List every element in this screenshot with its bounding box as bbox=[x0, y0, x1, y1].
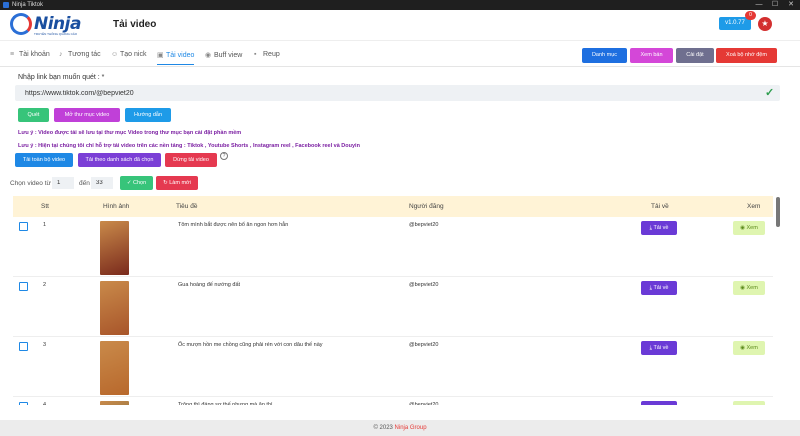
download-all-button[interactable]: Tải toàn bộ video bbox=[15, 153, 73, 167]
table-scrollbar[interactable] bbox=[776, 197, 780, 227]
download-button[interactable]: ⤓ Tải về bbox=[641, 401, 677, 405]
tab-buff-view[interactable]: ◉ Buff view bbox=[205, 51, 242, 65]
window-titlebar: Ninja Tiktok — ☐ ✕ bbox=[0, 0, 800, 10]
header-title: Tiêu đề bbox=[176, 203, 198, 210]
open-folder-button[interactable]: Mở thư mục video bbox=[54, 108, 120, 122]
help-icon[interactable]: ? bbox=[220, 152, 228, 160]
settings-button[interactable]: Cài đặt bbox=[676, 48, 714, 63]
clear-cache-button[interactable]: Xoá bộ nhớ đệm bbox=[716, 48, 777, 63]
reup-icon: ▪ bbox=[254, 51, 257, 58]
video-thumbnail bbox=[100, 401, 129, 405]
range-to-input[interactable] bbox=[91, 177, 113, 189]
view-button[interactable]: ◉ Xem bbox=[733, 281, 765, 295]
table-header: Stt Hình ảnh Tiêu đề Người đăng Tải về X… bbox=[13, 196, 773, 217]
header-stt: Stt bbox=[41, 203, 49, 210]
row-checkbox[interactable] bbox=[19, 282, 28, 291]
guide-button[interactable]: Hướng dẫn bbox=[125, 108, 171, 122]
tiktok-icon: ♪ bbox=[59, 51, 63, 58]
list-icon: ≡ bbox=[10, 51, 15, 58]
video-thumbnail bbox=[100, 341, 129, 395]
row-poster: @bepviet20 bbox=[409, 342, 439, 348]
row-poster: @bepviet20 bbox=[409, 222, 439, 228]
note-supported-platforms: Lưu ý : Hiện tại chúng tôi chỉ hỗ trợ tả… bbox=[18, 143, 360, 149]
row-title: Ốc mượn hồn me chồng cũng phải rén với c… bbox=[178, 342, 323, 348]
row-poster: @bepviet20 bbox=[409, 402, 439, 405]
category-button[interactable]: Danh mục bbox=[582, 48, 627, 63]
link-label: Nhập link bạn muốn quét : * bbox=[18, 74, 105, 81]
choose-button[interactable]: ✓ Chọn bbox=[120, 176, 153, 190]
row-title: Gua hoàng đế nướng đất bbox=[178, 282, 241, 288]
range-from-label: Chọn video từ : bbox=[10, 180, 55, 187]
minimize-button[interactable]: — bbox=[752, 0, 766, 10]
header-download: Tải về bbox=[651, 203, 669, 210]
range-to-label: đến bbox=[79, 180, 90, 187]
tab-reup[interactable]: ▪ Reup bbox=[254, 51, 280, 65]
footer: © 2023 Ninja Group bbox=[0, 420, 800, 436]
table-row: 2 Gua hoàng đế nướng đất @bepviet20 ⤓ Tải v… bbox=[13, 277, 773, 337]
tab-create-nick[interactable]: ☺ Tạo nick bbox=[111, 51, 146, 65]
row-stt: 1 bbox=[43, 222, 47, 228]
maximize-button[interactable]: ☐ bbox=[768, 0, 782, 10]
note-save-location: Lưu ý : Video được tải sẽ lưu tại thư mụ… bbox=[18, 130, 242, 136]
row-title: Trông thì đáng sợ thế nhưng mà ăn thì bbox=[178, 402, 273, 405]
tab-download-video[interactable]: ▣ Tải video bbox=[157, 51, 195, 65]
app-icon bbox=[3, 2, 9, 8]
footer-brand: Ninja Group bbox=[394, 425, 427, 431]
user-add-icon: ☺ bbox=[111, 51, 119, 58]
app-header: Ninja TRUYỀN THÔNG QUẢNG CÁO Tải video v… bbox=[0, 10, 800, 41]
row-checkbox[interactable] bbox=[19, 402, 28, 405]
video-icon: ▣ bbox=[157, 52, 164, 59]
download-button[interactable]: ⤓ Tải về bbox=[641, 281, 677, 295]
row-checkbox[interactable] bbox=[19, 342, 28, 351]
view-button[interactable]: ◉ Xem bbox=[733, 341, 765, 355]
page-title: Tải video bbox=[113, 19, 157, 30]
view-button[interactable]: ◉ Xem bbox=[733, 401, 765, 405]
tab-accounts[interactable]: ≡ Tài khoản bbox=[10, 51, 50, 65]
video-thumbnail bbox=[100, 221, 129, 275]
row-stt: 3 bbox=[43, 342, 47, 348]
header-view: Xem bbox=[747, 203, 761, 210]
view-sale-button[interactable]: Xem bán bbox=[630, 48, 673, 63]
range-from-input[interactable] bbox=[52, 177, 74, 189]
table-row: 3 Ốc mượn hồn me chồng cũng phải rén với … bbox=[13, 337, 773, 397]
ninja-logo: Ninja TRUYỀN THÔNG QUẢNG CÁO bbox=[10, 13, 85, 37]
table-row: 1 Tôm mình bắt được nên bổ ăn ngon hơn hẳ… bbox=[13, 217, 773, 277]
window-title: Ninja Tiktok bbox=[12, 2, 44, 8]
reset-button[interactable]: ↻ Làm mới bbox=[156, 176, 198, 190]
view-button[interactable]: ◉ Xem bbox=[733, 221, 765, 235]
row-title: Tôm mình bắt được nên bổ ăn ngon hơn hẳn bbox=[178, 222, 289, 228]
video-thumbnail bbox=[100, 281, 129, 335]
stop-download-button[interactable]: Dừng tải video bbox=[165, 153, 217, 167]
row-stt: 4 bbox=[43, 402, 47, 405]
check-icon: ✓ bbox=[765, 87, 775, 99]
row-checkbox[interactable] bbox=[19, 222, 28, 231]
close-window-button[interactable]: ✕ bbox=[784, 0, 798, 10]
tab-interact[interactable]: ♪ Tương tác bbox=[59, 51, 101, 65]
header-image: Hình ảnh bbox=[103, 203, 130, 210]
notification-badge[interactable]: 0 bbox=[745, 11, 756, 20]
video-table: Stt Hình ảnh Tiêu đề Người đăng Tải về X… bbox=[13, 196, 779, 405]
download-button[interactable]: ⤓ Tải về bbox=[641, 341, 677, 355]
table-row: 4 Trông thì đáng sợ thế nhưng mà ăn thì @b… bbox=[13, 397, 773, 405]
header-poster: Người đăng bbox=[409, 203, 444, 210]
logo-mark-icon bbox=[10, 13, 32, 35]
row-poster: @bepviet20 bbox=[409, 282, 439, 288]
user-avatar[interactable]: ★ bbox=[758, 17, 772, 31]
row-stt: 2 bbox=[43, 282, 47, 288]
download-button[interactable]: ⤓ Tải về bbox=[641, 221, 677, 235]
link-input[interactable] bbox=[15, 85, 780, 101]
download-selected-button[interactable]: Tải theo danh sách đã chọn bbox=[78, 153, 161, 167]
scan-button[interactable]: Quét bbox=[18, 108, 49, 122]
eye-icon: ◉ bbox=[205, 52, 212, 59]
